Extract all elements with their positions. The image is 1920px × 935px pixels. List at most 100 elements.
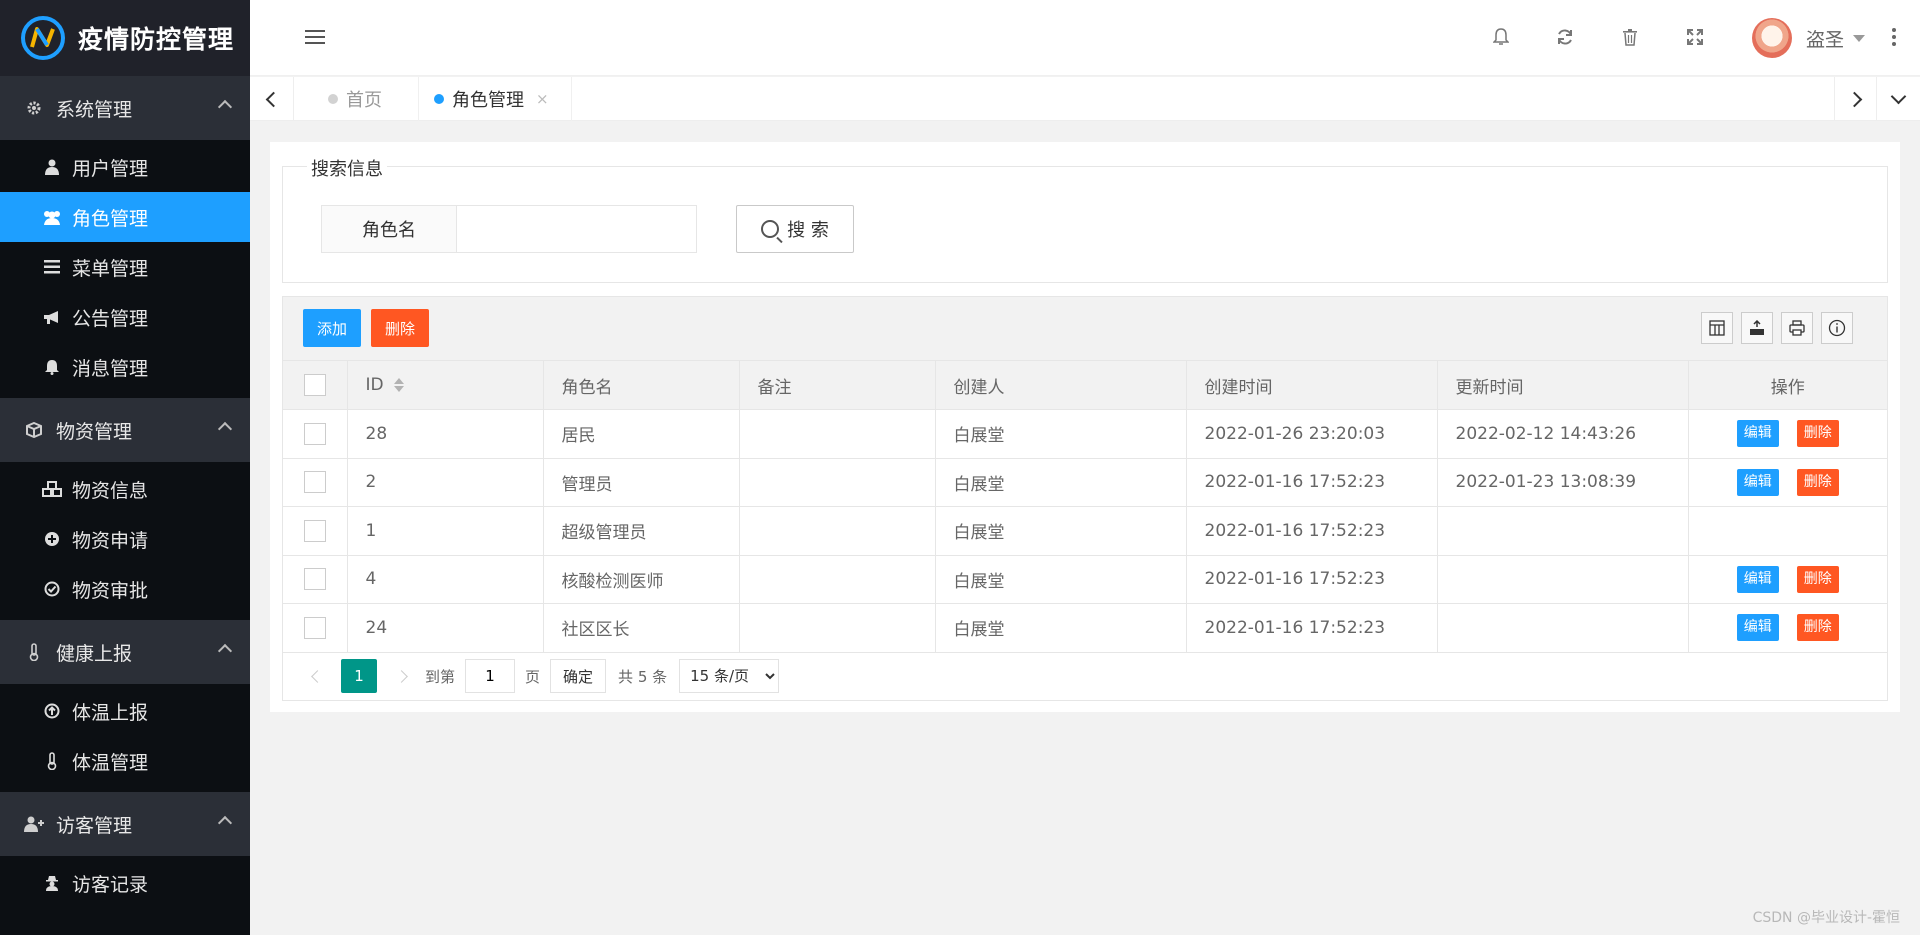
sidebar-item-menus[interactable]: 菜单管理 [0,242,250,292]
info-icon[interactable] [1821,312,1853,344]
tab-home[interactable]: 首页 [294,77,419,121]
goto-confirm-button[interactable]: 确定 [550,659,607,693]
fullscreen-icon[interactable] [1684,26,1706,48]
table-toolbar: 添加 删除 [283,297,1887,361]
bell-icon[interactable] [1490,26,1512,48]
goto-page-input[interactable] [465,659,516,693]
batch-delete-button[interactable]: 删除 [371,309,430,347]
row-checkbox[interactable] [303,422,326,445]
tab-scroll-right-button[interactable] [1834,77,1878,121]
cell-actions: 编辑 删除 [1688,603,1887,653]
cell-remark [739,603,936,653]
next-page-button[interactable] [383,669,419,683]
sidebar-item-users[interactable]: 用户管理 [0,142,250,192]
page-size-select[interactable]: 15 条/页 [679,659,780,693]
cell-creator: 白展堂 [935,409,1187,459]
search-button-label: 搜 索 [787,220,829,241]
sidebar-item-notices[interactable]: 公告管理 [0,292,250,342]
columns-filter-icon[interactable] [1701,312,1733,344]
prev-page-button[interactable] [299,669,335,683]
cell-creator: 白展堂 [935,603,1187,653]
row-checkbox[interactable] [303,519,326,542]
sidebar-item-label: 体温上报 [72,701,149,724]
refresh-icon[interactable] [1554,26,1576,48]
bars-icon [42,260,62,274]
tab-role-management[interactable]: 角色管理 × [416,77,572,121]
sidebar-item-messages[interactable]: 消息管理 [0,342,250,392]
sidebar-item-label: 消息管理 [72,357,149,380]
gear-icon [22,100,46,116]
avatar[interactable] [1752,18,1792,58]
delete-button[interactable]: 删除 [1796,468,1839,496]
more-vertical-icon[interactable] [1892,28,1898,49]
edit-button[interactable]: 编辑 [1736,565,1779,593]
username[interactable]: 盗圣 [1806,25,1844,52]
search-legend: 搜索信息 [307,155,387,181]
column-header-actions: 操作 [1688,361,1887,410]
row-checkbox[interactable] [303,471,326,494]
row-select-cell [283,555,348,604]
close-icon[interactable]: × [536,90,549,108]
print-icon[interactable] [1781,312,1813,344]
logo-icon [21,16,65,60]
sidebar-group-label: 系统管理 [56,98,133,121]
sidebar-item-temp-report[interactable]: 体温上报 [0,686,250,736]
sidebar-group-label: 访客管理 [56,814,133,837]
sidebar-item-label: 用户管理 [72,157,149,180]
cell-actions [1688,506,1887,556]
sidebar-group-supplies[interactable]: 物资管理 [0,398,250,462]
delete-button[interactable]: 删除 [1796,565,1839,593]
sidebar-item-visitor-records[interactable]: 访客记录 [0,858,250,908]
top-header: 盗圣 [250,0,1920,76]
edit-button[interactable]: 编辑 [1736,420,1779,448]
tab-options-button[interactable] [1876,77,1920,121]
thermometer-icon [42,752,62,770]
cell-role-name: 超级管理员 [543,506,740,556]
row-checkbox[interactable] [303,568,326,591]
sidebar-item-label: 物资审批 [72,579,149,602]
total-count: 共 5 条 [618,667,668,686]
delete-button[interactable]: 删除 [1796,614,1839,642]
role-table: ID 角色名 备注 创建人 创建时间 更新时间 操作 28 居民 白展堂 202… [283,361,1887,653]
tab-scroll-left-button[interactable] [250,77,294,121]
sidebar-toggle-icon[interactable] [305,30,325,46]
check-circle-icon [42,581,62,597]
role-name-input[interactable] [457,205,697,253]
logo-area[interactable]: 疫情防控管理 [0,0,250,76]
sort-icon[interactable] [393,378,404,392]
cell-updated-time [1437,555,1689,604]
bullhorn-icon [42,310,62,324]
cell-actions: 编辑 删除 [1688,555,1887,604]
select-all-cell [283,361,348,410]
column-header-created-time: 创建时间 [1186,361,1438,410]
column-header-id[interactable]: ID [347,361,544,410]
tab-dot [434,94,444,104]
trash-icon[interactable] [1619,26,1641,48]
bell-icon [42,359,62,375]
sidebar-group-health[interactable]: 健康上报 [0,620,250,684]
search-button[interactable]: 搜 索 [736,205,854,253]
sidebar-item-label: 体温管理 [72,751,149,774]
sidebar-item-supply-info[interactable]: 物资信息 [0,464,250,514]
row-select-cell [283,603,348,653]
add-button[interactable]: 添加 [303,309,362,347]
cubes-icon [42,481,62,497]
caret-down-icon[interactable] [1853,35,1865,42]
sidebar-item-temp-manage[interactable]: 体温管理 [0,736,250,786]
row-select-cell [283,506,348,556]
delete-button[interactable]: 删除 [1796,420,1839,448]
cell-creator: 白展堂 [935,458,1187,507]
cell-role-name: 居民 [543,409,740,459]
sidebar-group-system[interactable]: 系统管理 [0,76,250,140]
edit-button[interactable]: 编辑 [1736,614,1779,642]
export-icon[interactable] [1741,312,1773,344]
watermark: CSDN @毕业设计-霍恒 [1752,910,1900,926]
select-all-checkbox[interactable] [303,374,326,396]
edit-button[interactable]: 编辑 [1736,468,1779,496]
sidebar-item-supply-approval[interactable]: 物资审批 [0,564,250,614]
sidebar-item-supply-request[interactable]: 物资申请 [0,514,250,564]
sidebar-group-visitors[interactable]: 访客管理 [0,792,250,856]
sidebar-item-roles[interactable]: 角色管理 [0,192,250,242]
current-page[interactable]: 1 [341,659,377,693]
row-checkbox[interactable] [303,616,326,639]
